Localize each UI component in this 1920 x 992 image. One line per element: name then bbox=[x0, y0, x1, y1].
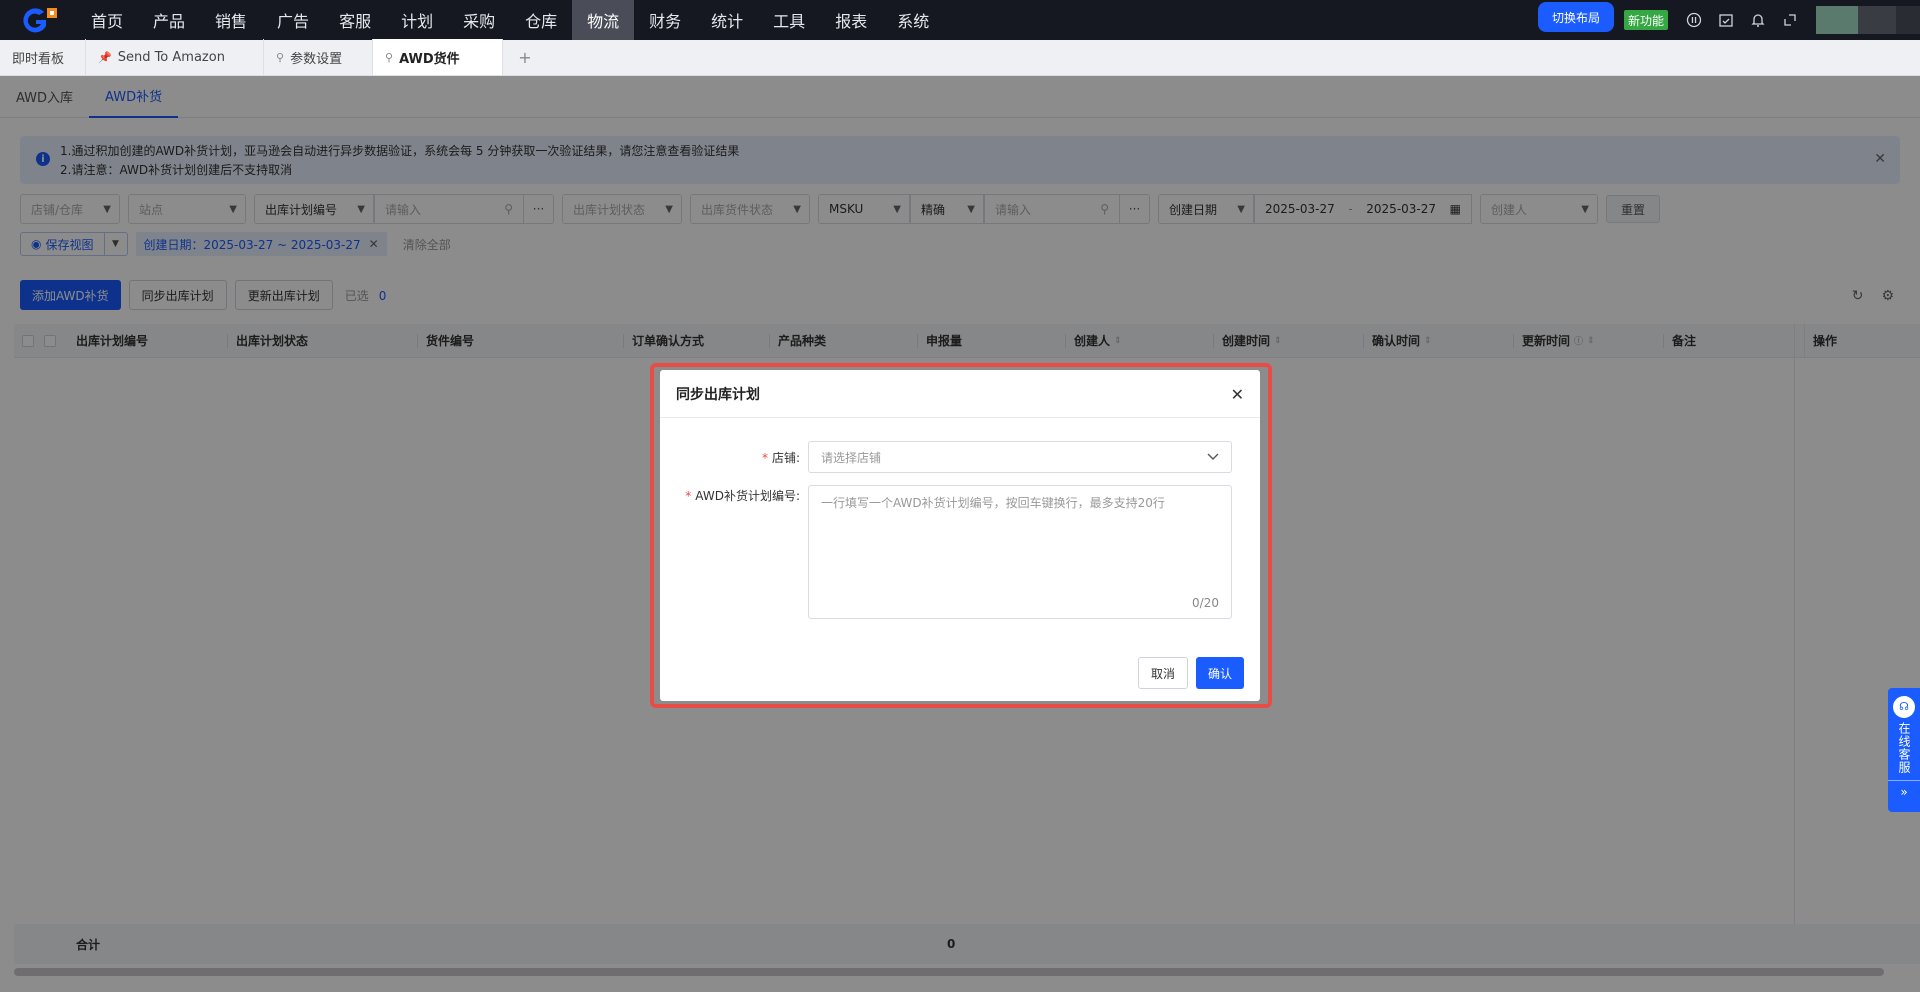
nav-item[interactable]: 销售 bbox=[200, 0, 262, 40]
nav-item[interactable]: 计划 bbox=[386, 0, 448, 40]
nav-item[interactable]: 客服 bbox=[324, 0, 386, 40]
pin-icon[interactable]: 📌 bbox=[98, 51, 112, 64]
pin-icon[interactable]: ⚲ bbox=[276, 51, 284, 64]
online-service-widget[interactable]: ☊ 在线客服 » bbox=[1888, 688, 1920, 812]
tab-label: 即时看板 bbox=[12, 51, 65, 67]
new-feature-badge[interactable]: 新功能 bbox=[1623, 10, 1668, 30]
expand-icon[interactable]: » bbox=[1888, 780, 1920, 799]
service-label: 在线客服 bbox=[1897, 722, 1911, 774]
fullscreen-icon[interactable] bbox=[1774, 0, 1806, 40]
store-label: * 店铺: bbox=[761, 451, 800, 465]
cancel-button[interactable]: 取消 bbox=[1137, 657, 1188, 689]
bell-icon[interactable] bbox=[1742, 0, 1774, 40]
plan-no-textarea[interactable]: 一行填写一个AWD补货计划编号，按回车键换行，最多支持20行 0/20 bbox=[808, 485, 1232, 619]
headset-icon: ☊ bbox=[1893, 696, 1915, 718]
plan-no-row: * AWD补货计划编号: 一行填写一个AWD补货计划编号，按回车键换行，最多支持2… bbox=[660, 485, 1232, 619]
user-avatar[interactable] bbox=[1816, 6, 1920, 34]
confirm-button[interactable]: 确认 bbox=[1195, 657, 1244, 689]
nav-right: 切换布局 新功能 bbox=[1537, 0, 1920, 40]
modal-footer: 取消 确认 bbox=[1137, 657, 1244, 689]
tab-settings[interactable]: ⚲ 参数设置 bbox=[264, 39, 373, 75]
close-icon[interactable]: ✕ bbox=[1231, 385, 1244, 404]
nav-item[interactable]: 采购 bbox=[448, 0, 510, 40]
store-select[interactable]: 请选择店铺 bbox=[808, 441, 1232, 473]
nav-item[interactable]: 统计 bbox=[696, 0, 758, 40]
plan-no-label: * AWD补货计划编号: bbox=[685, 489, 800, 503]
nav-item[interactable]: 报表 bbox=[820, 0, 882, 40]
nav-item[interactable]: 系统 bbox=[882, 0, 944, 40]
pause-circle-icon[interactable] bbox=[1678, 0, 1710, 40]
switch-layout-button[interactable]: 切换布局 bbox=[1537, 2, 1614, 32]
sync-plan-modal: 同步出库计划 ✕ * 店铺: 请选择店铺 * AWD补货计划编号: 一行填写一个AW… bbox=[660, 370, 1260, 701]
top-nav: 首页 产品 销售 广告 客服 计划 采购 仓库 物流 财务 统计 工具 报表 系统 切换布局 新功能 bbox=[0, 0, 1920, 40]
nav-item[interactable]: 财务 bbox=[634, 0, 696, 40]
tab-label: AWD货件 bbox=[399, 51, 460, 67]
nav-item[interactable]: 物流 bbox=[572, 0, 635, 40]
nav-item[interactable]: 仓库 bbox=[510, 0, 572, 40]
char-counter: 0/20 bbox=[1192, 596, 1219, 610]
add-tab-button[interactable]: + bbox=[503, 39, 547, 75]
modal-header: 同步出库计划 ✕ bbox=[660, 370, 1260, 418]
calendar-check-icon[interactable] bbox=[1710, 0, 1742, 40]
tab-label: Send To Amazon bbox=[117, 49, 225, 65]
modal-title: 同步出库计划 bbox=[676, 386, 760, 403]
nav-item[interactable]: 产品 bbox=[138, 0, 200, 40]
store-row: * 店铺: 请选择店铺 bbox=[660, 441, 1232, 473]
app-logo[interactable] bbox=[0, 0, 76, 40]
tab-awd-shipment[interactable]: ⚲ AWD货件 bbox=[373, 39, 503, 75]
tab-send-to-amazon[interactable]: 📌 Send To Amazon bbox=[86, 39, 264, 75]
chevron-down-icon bbox=[1207, 453, 1219, 460]
tab-dashboard[interactable]: 即时看板 bbox=[0, 39, 86, 75]
nav-item[interactable]: 广告 bbox=[262, 0, 324, 40]
tab-label: 参数设置 bbox=[290, 51, 343, 67]
nav-item[interactable]: 首页 bbox=[76, 0, 138, 40]
nav-item[interactable]: 工具 bbox=[758, 0, 820, 40]
main-nav: 首页 产品 销售 广告 客服 计划 采购 仓库 物流 财务 统计 工具 报表 系统 bbox=[76, 0, 944, 40]
pin-icon[interactable]: ⚲ bbox=[385, 51, 393, 64]
page-tabs: 即时看板 📌 Send To Amazon ⚲ 参数设置 ⚲ AWD货件 + bbox=[0, 39, 1920, 76]
